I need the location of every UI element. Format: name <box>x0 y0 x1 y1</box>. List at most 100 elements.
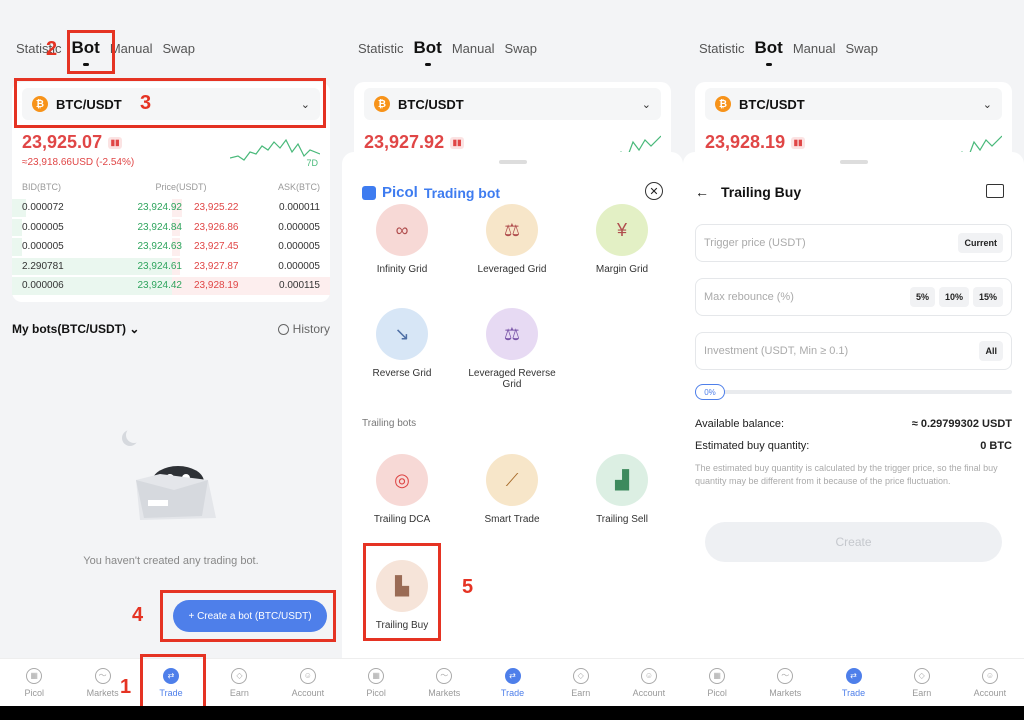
bot-option-leveraged-reverse-grid[interactable]: ⚖ Leveraged Reverse Grid <box>462 308 562 390</box>
rebounce-10-button[interactable]: 10% <box>938 287 969 307</box>
bid-price: 23,924.84 <box>137 221 183 233</box>
picol-logo-icon <box>362 185 376 200</box>
diamond-icon: ◇ <box>913 667 930 684</box>
book-icon[interactable] <box>986 184 1004 198</box>
bot-option-margin-grid[interactable]: ¥ Margin Grid <box>572 204 672 275</box>
section-label: Trailing bots <box>362 418 417 429</box>
pair-name: BTC/USDT <box>398 96 464 112</box>
nav-picol[interactable]: ▦ Picol <box>683 659 751 706</box>
trigger-price-input[interactable]: Trigger price (USDT) Current <box>695 224 1012 262</box>
orderbook-row: 0.000005 23,924.84 23,926.86 0.000005 <box>12 218 330 238</box>
history-link[interactable]: History <box>277 322 330 336</box>
chevron-down-icon: ⌄ <box>129 322 140 336</box>
nav-earn[interactable]: ◇ Earn <box>205 659 273 706</box>
bot-option-label: Reverse Grid <box>372 368 432 379</box>
nav-trade[interactable]: ⇄ Trade <box>819 659 887 706</box>
slider-thumb[interactable]: 0% <box>695 384 725 400</box>
target-icon: ◎ <box>376 454 428 506</box>
bot-option-infinity-grid[interactable]: ∞ Infinity Grid <box>352 204 452 275</box>
trigger-price-placeholder: Trigger price (USDT) <box>704 237 806 249</box>
annotation-number: 2 <box>46 38 58 60</box>
nav-label: Picol <box>707 687 727 698</box>
ask-price: 23,928.19 <box>194 280 239 292</box>
candle-icon[interactable]: ▮▮ <box>791 136 806 149</box>
bottom-nav: ▦ Picol 〜 Markets ⇄ Trade ◇ Earn ☺ Account <box>342 658 683 706</box>
tab-statistic[interactable]: Statistic <box>358 41 404 56</box>
user-icon: ☺ <box>640 667 657 684</box>
investment-input[interactable]: Investment (USDT, Min ≥ 0.1) All <box>695 332 1012 370</box>
pair-selector[interactable]: ₿ BTC/USDT ⌄ <box>364 88 661 120</box>
orderbook-col-price: Price(USDT) <box>155 182 207 192</box>
empty-state-text: You haven't created any trading bot. <box>83 555 259 567</box>
bot-option-trailing-dca[interactable]: ◎ Trailing DCA <box>352 454 452 525</box>
tab-statistic[interactable]: Statistic <box>699 41 745 56</box>
nav-earn[interactable]: ◇ Earn <box>888 659 956 706</box>
rebounce-15-button[interactable]: 15% <box>972 287 1003 307</box>
tab-bot[interactable]: Bot <box>414 38 442 66</box>
nav-label: Markets <box>428 687 461 698</box>
bot-overview-panel: Statistic Bot Manual Swap ₿ BTC/USDT ⌄ 2… <box>0 0 342 720</box>
bot-option-label: Margin Grid <box>595 264 649 275</box>
diamond-icon: ◇ <box>231 667 248 684</box>
annotation-number: 1 <box>120 676 132 698</box>
bot-option-trailing-sell[interactable]: ▟ Trailing Sell <box>572 454 672 525</box>
current-price-button[interactable]: Current <box>958 233 1003 253</box>
sheet-handle[interactable] <box>839 160 868 164</box>
nav-account[interactable]: ☺ Account <box>615 659 683 706</box>
chart-icon: 〜 <box>777 667 794 684</box>
pair-selector[interactable]: ₿ BTC/USDT ⌄ <box>705 88 1002 120</box>
chart-icon: 〜 <box>436 667 453 684</box>
tab-manual[interactable]: Manual <box>110 41 153 56</box>
bitcoin-icon: ₿ <box>715 96 731 112</box>
diamond-icon: ◇ <box>572 667 589 684</box>
bot-option-leveraged-grid[interactable]: ⚖ Leveraged Grid <box>462 204 562 275</box>
nav-label: Earn <box>229 687 249 698</box>
last-price: 23,927.92 ▮▮ <box>364 132 465 153</box>
my-bots-dropdown[interactable]: My bots(BTC/USDT) ⌄ <box>12 322 139 336</box>
invest-all-button[interactable]: All <box>979 341 1003 361</box>
trailing-buy-panel: Statistic Bot Manual Swap ₿ BTC/USDT ⌄ 2… <box>683 0 1024 720</box>
last-price: 23,925.07 ▮▮ <box>22 132 123 153</box>
bot-option-smart-trade[interactable]: ⟋ Smart Trade <box>462 454 562 525</box>
sparkline-period: 7D <box>306 158 318 168</box>
tab-swap[interactable]: Swap <box>504 41 537 56</box>
nav-trade[interactable]: ⇄ Trade <box>478 659 546 706</box>
nav-picol[interactable]: ▦ Picol <box>0 659 68 706</box>
back-arrow-icon[interactable]: ← <box>695 184 709 200</box>
tab-bot[interactable]: Bot <box>755 38 783 66</box>
nav-markets[interactable]: 〜 Markets <box>410 659 478 706</box>
nav-label: Markets <box>769 687 802 698</box>
nav-label: Picol <box>366 687 386 698</box>
nav-earn[interactable]: ◇ Earn <box>547 659 615 706</box>
orderbook-header: BID(BTC) Price(USDT) ASK(BTC) <box>22 182 320 192</box>
coin-yen-icon: ¥ <box>596 204 648 256</box>
bot-option-label: Leveraged Reverse Grid <box>468 368 556 390</box>
nav-label: Earn <box>571 687 591 698</box>
create-button[interactable]: Create <box>705 522 1002 562</box>
investment-slider[interactable]: 0% <box>695 384 1012 400</box>
brand-name: Picol <box>382 184 418 201</box>
sheet-handle[interactable] <box>498 160 527 164</box>
ask-price: 23,925.22 <box>194 202 239 214</box>
candle-icon[interactable]: ▮▮ <box>450 136 465 149</box>
max-rebounce-input[interactable]: Max rebounce (%) 5% 10% 15% <box>695 278 1012 316</box>
price-value: 23,927.92 <box>364 132 445 152</box>
scale-icon: ⚖ <box>486 204 538 256</box>
nav-account[interactable]: ☺ Account <box>274 659 342 706</box>
qty-value: 0 BTC <box>980 440 1012 452</box>
tab-manual[interactable]: Manual <box>452 41 495 56</box>
clock-icon <box>277 323 289 335</box>
candle-icon[interactable]: ▮▮ <box>108 136 123 149</box>
nav-markets[interactable]: 〜 Markets <box>751 659 819 706</box>
bid-depth-bar <box>12 218 22 236</box>
close-icon[interactable]: ✕ <box>645 182 663 200</box>
bot-option-reverse-grid[interactable]: ↘ Reverse Grid <box>352 308 452 379</box>
nav-account[interactable]: ☺ Account <box>956 659 1024 706</box>
rebounce-5-button[interactable]: 5% <box>909 287 935 307</box>
bot-option-label: Trailing Sell <box>596 514 648 525</box>
estimate-note: The estimated buy quantity is calculated… <box>695 463 998 486</box>
tab-manual[interactable]: Manual <box>793 41 836 56</box>
nav-picol[interactable]: ▦ Picol <box>342 659 410 706</box>
tab-swap[interactable]: Swap <box>845 41 878 56</box>
tab-swap[interactable]: Swap <box>162 41 195 56</box>
